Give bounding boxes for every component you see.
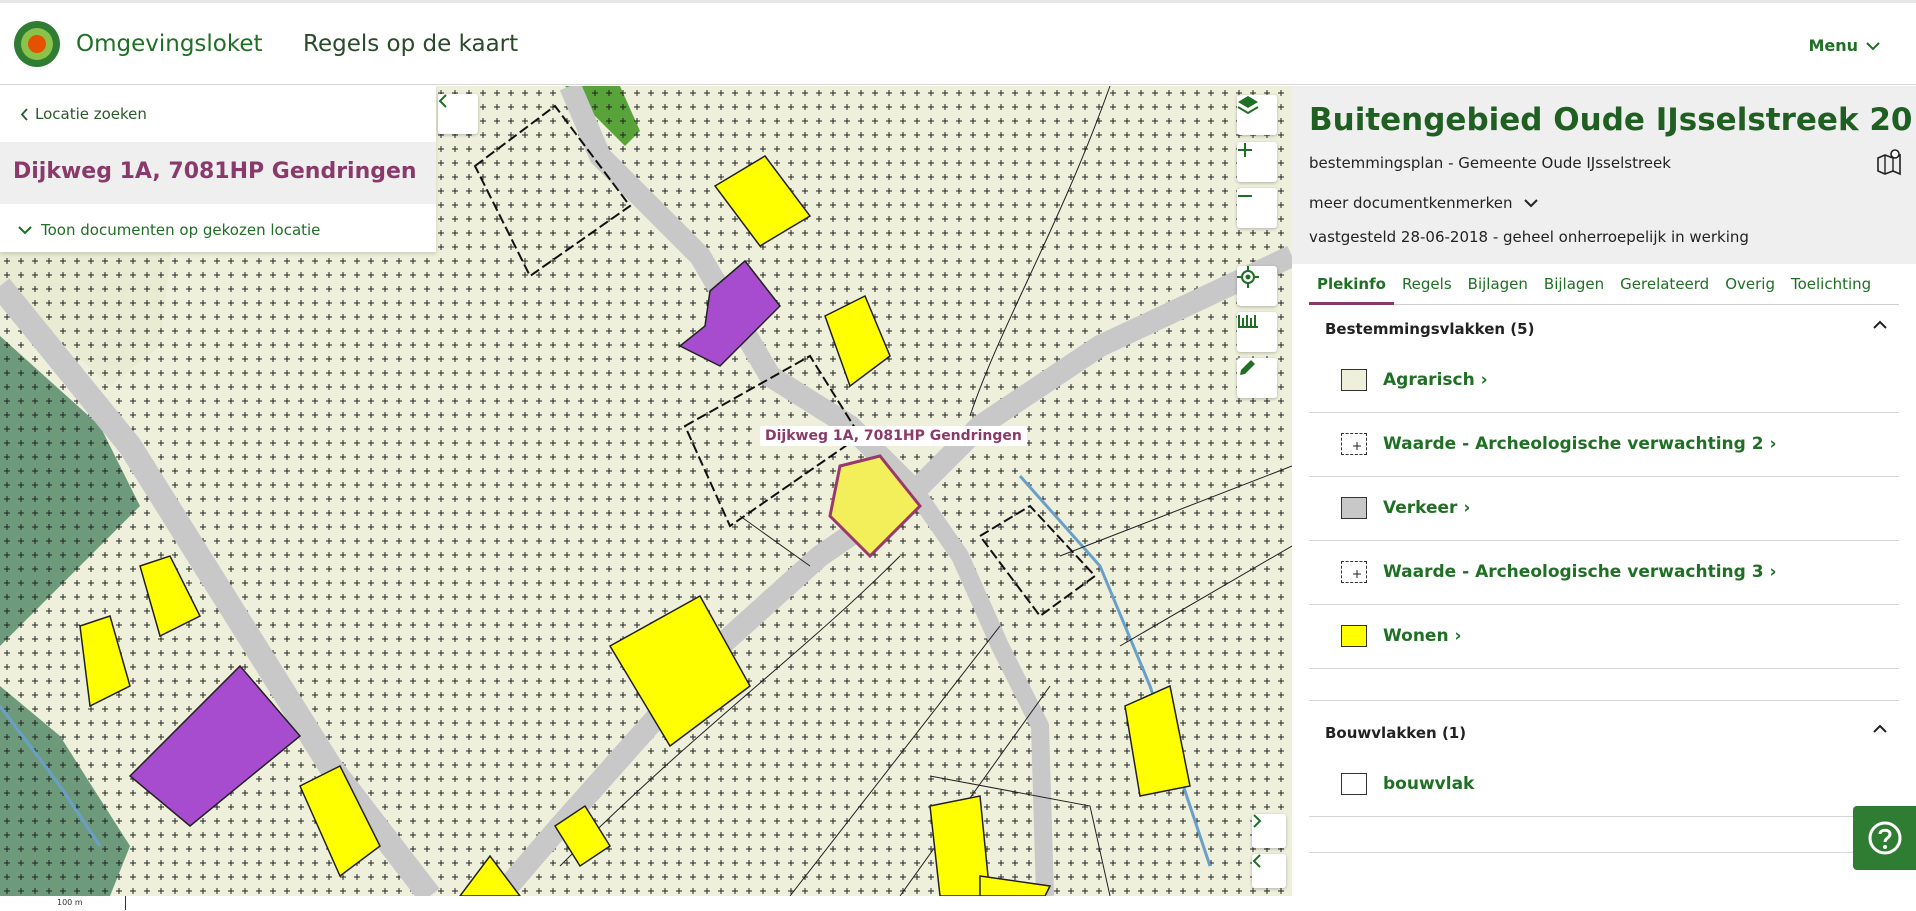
chevron-left-icon <box>1252 854 1261 868</box>
plan-subtitle: bestemmingsplan - Gemeente Oude IJsselst… <box>1309 154 1671 172</box>
show-documents-label: Toon documenten op gekozen locatie <box>41 221 321 239</box>
swatch-agrarisch <box>1341 369 1367 391</box>
tab-bijlagen[interactable]: Bijlagen <box>1460 272 1536 302</box>
legend-item-archeologie-3[interactable]: Waarde - Archeologische verwachting 3 › <box>1309 540 1899 605</box>
plan-header: Buitengebied Oude IJsselstreek 2017 best… <box>1292 86 1916 264</box>
chevron-left-icon <box>438 94 447 108</box>
plus-icon <box>1238 143 1252 157</box>
my-location-button[interactable] <box>1237 266 1277 306</box>
legend-label: bouwvlak <box>1383 774 1475 794</box>
more-properties-label: meer documentkenmerken <box>1309 194 1513 212</box>
plan-title: Buitengebied Oude IJsselstreek 2017 <box>1309 102 1916 138</box>
plan-tabs: Plekinfo Regels Bijlagen Bijlagen Gerela… <box>1309 272 1899 305</box>
draw-button[interactable] <box>1237 358 1277 398</box>
collapse-panel-button[interactable] <box>438 94 478 134</box>
swatch-archeologie-2 <box>1341 433 1367 455</box>
tab-plekinfo[interactable]: Plekinfo <box>1309 272 1394 305</box>
menu-label: Menu <box>1808 36 1858 55</box>
zoom-in-button[interactable] <box>1237 142 1277 182</box>
show-documents-toggle[interactable]: Toon documenten op gekozen locatie <box>18 221 320 239</box>
menu-button[interactable]: Menu <box>1808 36 1880 55</box>
back-to-search-link[interactable]: Locatie zoeken <box>20 105 147 123</box>
tab-gerelateerd[interactable]: Gerelateerd <box>1612 272 1717 302</box>
section-divider <box>1309 852 1899 853</box>
previous-button[interactable] <box>1252 854 1286 888</box>
crosshair-icon <box>1237 266 1259 288</box>
chevron-right-icon <box>1253 814 1262 828</box>
legend-item-bouwvlak[interactable]: bouwvlak <box>1309 752 1899 817</box>
section-bestemmingsvlakken[interactable]: Bestemmingsvlakken (5) <box>1325 320 1899 338</box>
legend-label: Agrarisch › <box>1383 370 1488 390</box>
scale-label: 100 m <box>57 898 83 907</box>
legend-label: Wonen › <box>1383 626 1462 646</box>
question-mark-icon <box>1868 821 1901 855</box>
app-header: Omgevingsloket Regels op de kaart Menu <box>0 0 1916 85</box>
section-title: Bestemmingsvlakken (5) <box>1325 320 1535 338</box>
location-label: Dijkweg 1A, 7081HP Gendringen <box>760 426 1027 446</box>
legend-label: Waarde - Archeologische verwachting 2 › <box>1383 434 1777 454</box>
omgevingsloket-logo[interactable] <box>13 20 61 68</box>
zoom-out-button[interactable] <box>1237 188 1277 228</box>
tab-bijlagen-2[interactable]: Bijlagen <box>1536 272 1612 302</box>
back-link-label: Locatie zoeken <box>35 105 147 123</box>
swatch-archeologie-3 <box>1341 561 1367 583</box>
layers-icon <box>1237 96 1259 115</box>
swatch-bouwvlak <box>1341 773 1367 795</box>
legend-label: Waarde - Archeologische verwachting 3 › <box>1383 562 1777 582</box>
tab-toelichting[interactable]: Toelichting <box>1783 272 1879 302</box>
legend-item-wonen[interactable]: Wonen › <box>1309 604 1899 669</box>
map-marker-icon[interactable] <box>1876 148 1902 176</box>
minus-icon <box>1238 195 1252 197</box>
pencil-icon <box>1240 360 1255 375</box>
section-divider <box>1309 700 1899 701</box>
legend-item-archeologie-2[interactable]: Waarde - Archeologische verwachting 2 › <box>1309 412 1899 477</box>
section-bouwvlakken[interactable]: Bouwvlakken (1) <box>1325 724 1899 742</box>
measure-button[interactable] <box>1237 312 1277 352</box>
chevron-up-icon <box>1873 724 1887 733</box>
swatch-wonen <box>1341 625 1367 647</box>
chevron-up-icon <box>1873 320 1887 329</box>
layers-button[interactable] <box>1237 95 1277 135</box>
legend-item-agrarisch[interactable]: Agrarisch › <box>1309 348 1899 413</box>
address-box: Dijkweg 1A, 7081HP Gendringen <box>0 142 436 204</box>
legend-label: Verkeer › <box>1383 498 1471 518</box>
swatch-verkeer <box>1341 497 1367 519</box>
ruler-icon <box>1238 315 1258 328</box>
section-title: Bouwvlakken (1) <box>1325 724 1467 742</box>
more-document-properties-toggle[interactable]: meer documentkenmerken <box>1309 194 1539 212</box>
scale-bar: 100 m <box>0 896 1292 911</box>
chevron-left-icon <box>20 107 28 121</box>
next-button[interactable] <box>1252 814 1286 848</box>
plan-status: vastgesteld 28-06-2018 - geheel onherroe… <box>1309 228 1749 246</box>
brand-name[interactable]: Omgevingsloket <box>76 31 263 57</box>
tab-regels[interactable]: Regels <box>1394 272 1460 302</box>
legend-item-verkeer[interactable]: Verkeer › <box>1309 476 1899 541</box>
chevron-down-icon <box>1866 41 1880 50</box>
chevron-down-icon <box>18 225 32 234</box>
location-card: Locatie zoeken Dijkweg 1A, 7081HP Gendri… <box>0 86 436 252</box>
selected-address: Dijkweg 1A, 7081HP Gendringen <box>13 159 417 184</box>
help-button[interactable] <box>1853 806 1916 870</box>
app-subtitle: Regels op de kaart <box>303 31 519 57</box>
tab-overig[interactable]: Overig <box>1717 272 1783 302</box>
plan-panel: Buitengebied Oude IJsselstreek 2017 best… <box>1292 86 1916 911</box>
chevron-down-icon <box>1524 198 1539 207</box>
